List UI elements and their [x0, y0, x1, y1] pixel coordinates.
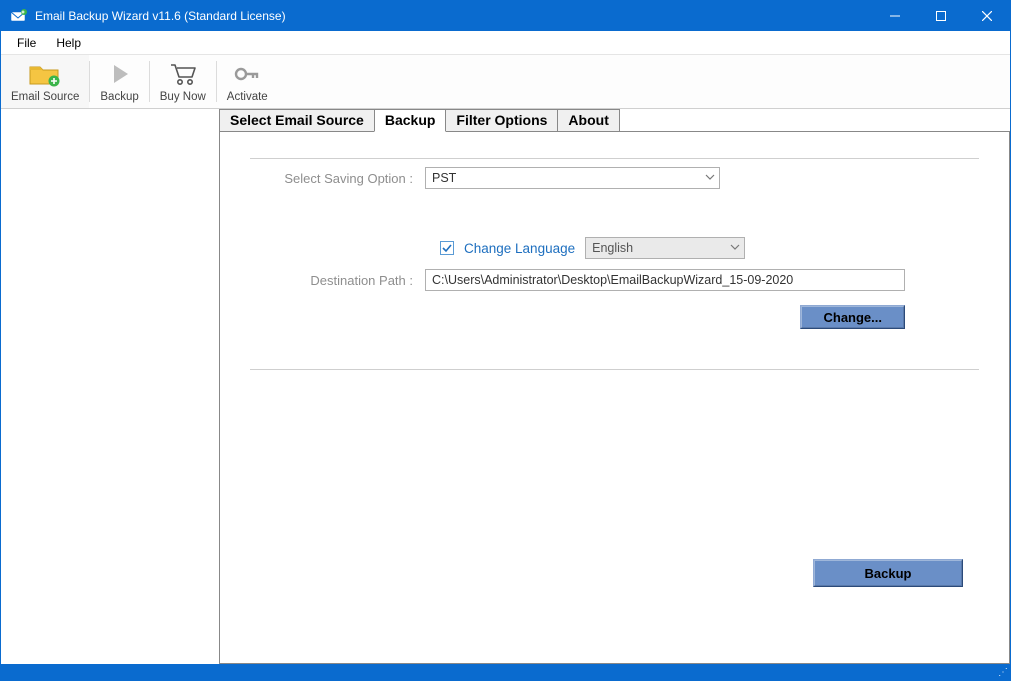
- chevron-down-icon: [730, 242, 740, 252]
- status-bar: ⋰: [1, 664, 1010, 680]
- right-panel: Select Email Source Backup Filter Option…: [219, 109, 1010, 664]
- destination-path-input[interactable]: C:\Users\Administrator\Desktop\EmailBack…: [425, 269, 905, 291]
- play-icon: [109, 59, 131, 89]
- saving-option-select[interactable]: PST: [425, 167, 720, 189]
- toolbar-email-source[interactable]: Email Source: [1, 55, 89, 108]
- menu-bar: File Help: [1, 31, 1010, 55]
- menu-help[interactable]: Help: [46, 34, 91, 52]
- menu-file[interactable]: File: [7, 34, 46, 52]
- tab-about[interactable]: About: [557, 109, 619, 131]
- tab-content-backup: Select Saving Option : PST: [219, 131, 1010, 664]
- app-icon: [9, 6, 29, 26]
- language-value: English: [592, 241, 633, 255]
- maximize-button[interactable]: [918, 1, 964, 31]
- close-button[interactable]: [964, 1, 1010, 31]
- resize-grip-icon[interactable]: ⋰: [998, 667, 1006, 678]
- window-title: Email Backup Wizard v11.6 (Standard Lice…: [35, 9, 286, 23]
- divider: [250, 369, 979, 370]
- tab-strip: Select Email Source Backup Filter Option…: [219, 109, 1010, 131]
- tab-filter-options[interactable]: Filter Options: [445, 109, 558, 131]
- chevron-down-icon: [705, 172, 715, 182]
- destination-path-value: C:\Users\Administrator\Desktop\EmailBack…: [432, 273, 793, 287]
- toolbar-activate[interactable]: Activate: [217, 55, 278, 108]
- toolbar-buy-now[interactable]: Buy Now: [150, 55, 216, 108]
- left-panel: [1, 109, 219, 664]
- divider: [250, 158, 979, 159]
- main-area: Select Email Source Backup Filter Option…: [1, 109, 1010, 664]
- cart-icon: [168, 59, 198, 89]
- title-bar: Email Backup Wizard v11.6 (Standard Lice…: [1, 1, 1010, 31]
- toolbar: Email Source Backup Buy Now: [1, 55, 1010, 109]
- key-icon: [232, 59, 262, 89]
- saving-option-label: Select Saving Option :: [250, 171, 425, 186]
- folder-plus-icon: [28, 59, 62, 89]
- toolbar-buy-now-label: Buy Now: [160, 91, 206, 103]
- app-window: Email Backup Wizard v11.6 (Standard Lice…: [0, 0, 1011, 681]
- tab-select-email-source[interactable]: Select Email Source: [219, 109, 375, 131]
- change-language-label: Change Language: [464, 241, 575, 256]
- tab-backup[interactable]: Backup: [374, 109, 447, 132]
- minimize-button[interactable]: [872, 1, 918, 31]
- toolbar-activate-label: Activate: [227, 91, 268, 103]
- language-select[interactable]: English: [585, 237, 745, 259]
- change-language-checkbox[interactable]: [440, 241, 454, 255]
- toolbar-backup[interactable]: Backup: [90, 55, 148, 108]
- toolbar-email-source-label: Email Source: [11, 91, 79, 103]
- destination-path-label: Destination Path :: [250, 273, 425, 288]
- toolbar-backup-label: Backup: [100, 91, 138, 103]
- saving-option-value: PST: [432, 171, 456, 185]
- change-button[interactable]: Change...: [800, 305, 905, 329]
- backup-button[interactable]: Backup: [813, 559, 963, 587]
